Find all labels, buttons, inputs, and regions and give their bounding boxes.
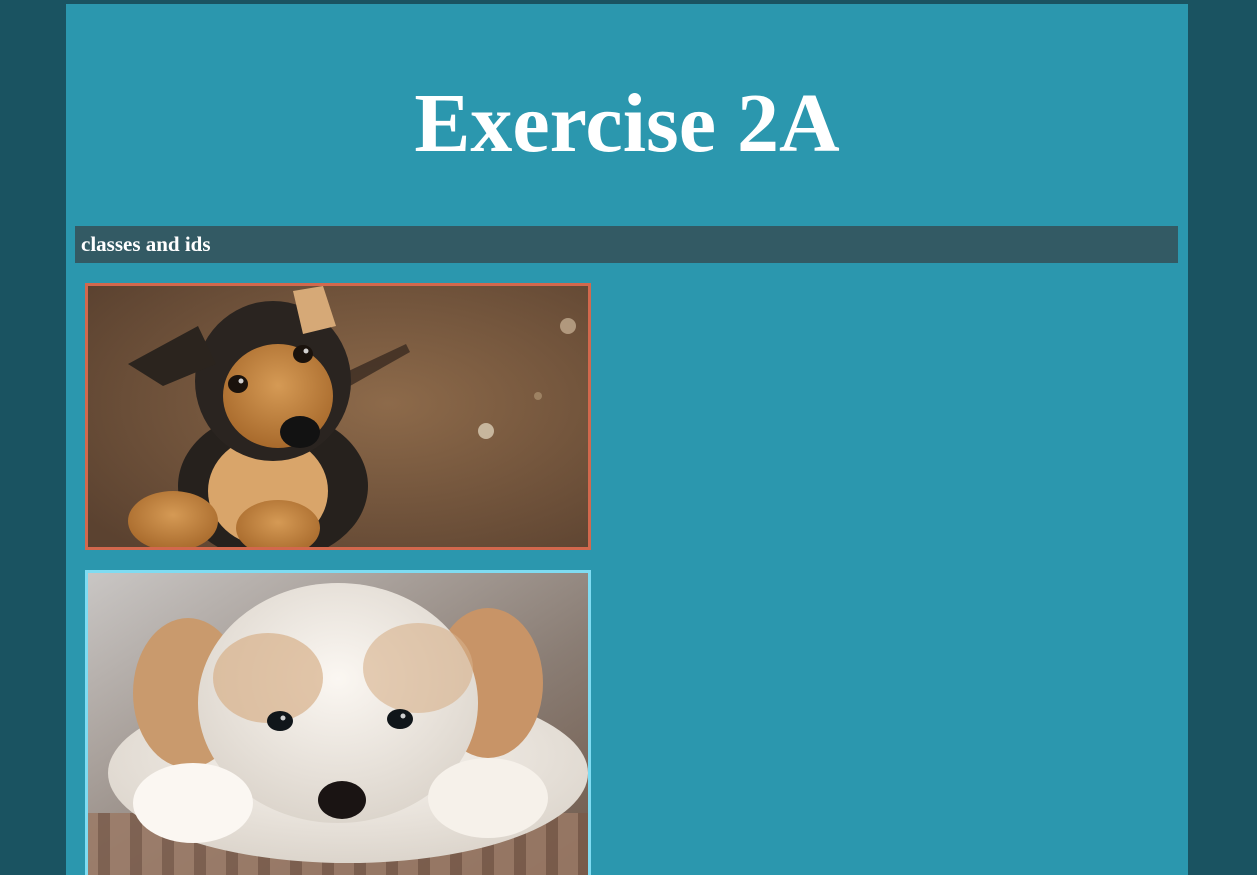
puppy-1-illustration [88, 286, 588, 547]
puppy-image-1 [85, 283, 591, 550]
section-heading: classes and ids [81, 232, 211, 256]
page-container: Exercise 2A classes and ids [66, 4, 1188, 875]
puppy-image-2 [85, 570, 591, 875]
puppy-2-illustration [88, 573, 588, 875]
section-header-bar: classes and ids [75, 226, 1178, 263]
page-title: Exercise 2A [414, 77, 840, 170]
